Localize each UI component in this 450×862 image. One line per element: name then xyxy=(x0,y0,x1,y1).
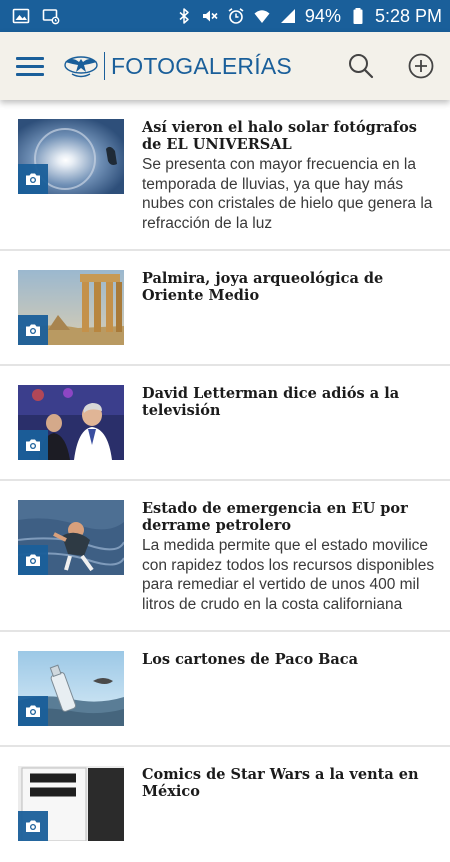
gallery-item-text: Palmira, joya arqueológica de Oriente Me… xyxy=(142,270,436,364)
add-icon xyxy=(408,53,434,79)
photo-gallery-badge xyxy=(18,811,48,841)
gallery-title: Así vieron el halo solar fotógrafos de E… xyxy=(142,119,417,153)
battery-icon xyxy=(349,7,367,25)
menu-icon-line xyxy=(16,56,44,60)
camera-icon xyxy=(26,820,40,832)
app-logo[interactable]: FOTOGALERÍAS xyxy=(62,52,292,80)
gallery-item[interactable]: Estado de emergencia en EU por derrame p… xyxy=(0,481,450,632)
menu-icon-line xyxy=(16,64,44,68)
gallery-title: David Letterman dice adiós a la televisi… xyxy=(142,385,400,419)
gallery-item[interactable]: Comics de Star Wars a la venta en México xyxy=(0,747,450,862)
gallery-icon xyxy=(12,7,30,25)
signal-icon xyxy=(279,7,297,25)
camera-icon xyxy=(26,554,40,566)
photo-gallery-badge xyxy=(18,545,48,575)
wifi-icon xyxy=(253,7,271,25)
add-button[interactable] xyxy=(406,51,436,81)
camera-icon xyxy=(26,173,40,185)
gallery-thumbnail[interactable] xyxy=(18,385,124,460)
gallery-title: Comics de Star Wars a la venta en México xyxy=(142,766,419,800)
status-bar-left xyxy=(12,7,60,25)
gallery-title: Palmira, joya arqueológica de Oriente Me… xyxy=(142,270,384,304)
section-title: FOTOGALERÍAS xyxy=(111,52,292,79)
camera-icon xyxy=(26,705,40,717)
gallery-summary: Se presenta con mayor frecuencia en la t… xyxy=(142,156,433,232)
gallery-item[interactable]: Palmira, joya arqueológica de Oriente Me… xyxy=(0,251,450,366)
menu-icon-line xyxy=(16,72,44,76)
photo-gallery-badge xyxy=(18,696,48,726)
gallery-item-text: Comics de Star Wars a la venta en México xyxy=(142,766,436,862)
gallery-item[interactable]: Así vieron el halo solar fotógrafos de E… xyxy=(0,100,450,251)
camera-icon xyxy=(26,324,40,336)
gallery-thumbnail[interactable] xyxy=(18,651,124,726)
photo-gallery-badge xyxy=(18,164,48,194)
gallery-thumbnail[interactable] xyxy=(18,119,124,194)
gallery-item[interactable]: David Letterman dice adiós a la televisi… xyxy=(0,366,450,481)
gallery-item-text: Estado de emergencia en EU por derrame p… xyxy=(142,500,436,630)
gallery-title: Estado de emergencia en EU por derrame p… xyxy=(142,500,408,534)
gallery-thumbnail[interactable] xyxy=(18,766,124,841)
clock-time: 5:28 PM xyxy=(374,5,442,26)
gallery-item[interactable]: Los cartones de Paco Baca xyxy=(0,632,450,747)
search-button[interactable] xyxy=(346,51,376,81)
search-icon xyxy=(349,54,374,79)
bluetooth-icon xyxy=(175,7,193,25)
gallery-item-text: Los cartones de Paco Baca xyxy=(142,651,436,745)
menu-button[interactable] xyxy=(16,52,44,80)
screen-icon xyxy=(42,7,60,25)
status-bar-right: 94% 5:28 PM xyxy=(175,6,442,27)
alarm-icon xyxy=(227,7,245,25)
gallery-thumbnail[interactable] xyxy=(18,270,124,345)
gallery-item-text: Así vieron el halo solar fotógrafos de E… xyxy=(142,119,436,249)
photo-gallery-badge xyxy=(18,315,48,345)
app-bar: FOTOGALERÍAS xyxy=(0,32,450,100)
status-bar: 94% 5:28 PM xyxy=(0,0,450,32)
mute-icon xyxy=(201,7,219,25)
gallery-item-text: David Letterman dice adiós a la televisi… xyxy=(142,385,436,479)
gallery-summary: La medida permite que el estado movilice… xyxy=(142,537,435,613)
gallery-thumbnail[interactable] xyxy=(18,500,124,575)
gallery-list: Así vieron el halo solar fotógrafos de E… xyxy=(0,100,450,862)
gallery-title: Los cartones de Paco Baca xyxy=(142,651,359,668)
photo-gallery-badge xyxy=(18,430,48,460)
logo-divider xyxy=(104,52,105,80)
app-bar-actions xyxy=(346,51,436,81)
battery-percent: 94% xyxy=(304,5,341,26)
camera-icon xyxy=(26,439,40,451)
eagle-logo-icon xyxy=(64,56,98,78)
